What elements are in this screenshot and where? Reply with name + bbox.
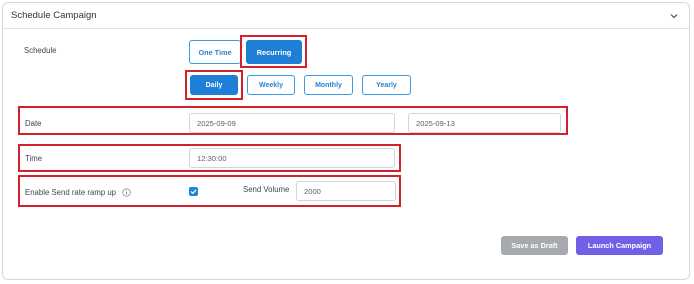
start-date-input[interactable]: 2025-09-09 [189, 113, 395, 133]
schedule-label: Schedule [24, 46, 57, 55]
panel-title: Schedule Campaign [11, 10, 97, 21]
ramp-up-label: Enable Send rate ramp up [25, 188, 117, 197]
time-label: Time [25, 154, 43, 163]
send-volume-label: Send Volume [243, 185, 290, 194]
save-as-draft-button[interactable]: Save as Draft [501, 236, 568, 255]
yearly-button[interactable]: Yearly [362, 75, 411, 95]
time-input[interactable]: 12:30:00 [189, 148, 395, 168]
panel-header[interactable]: Schedule Campaign [3, 3, 689, 29]
checkmark-icon [190, 189, 197, 195]
one-time-button[interactable]: One Time [189, 40, 241, 64]
ramp-up-checkbox[interactable] [189, 187, 198, 196]
send-volume-input[interactable]: 2000 [296, 181, 396, 201]
end-date-input[interactable]: 2025-09-13 [408, 113, 561, 133]
weekly-button[interactable]: Weekly [247, 75, 295, 95]
monthly-button[interactable]: Monthly [304, 75, 353, 95]
info-icon[interactable] [122, 188, 131, 197]
daily-button[interactable]: Daily [190, 75, 238, 95]
recurring-button[interactable]: Recurring [246, 40, 302, 64]
date-label: Date [25, 119, 42, 128]
chevron-down-icon[interactable] [669, 11, 679, 21]
launch-campaign-button[interactable]: Launch Campaign [576, 236, 663, 255]
